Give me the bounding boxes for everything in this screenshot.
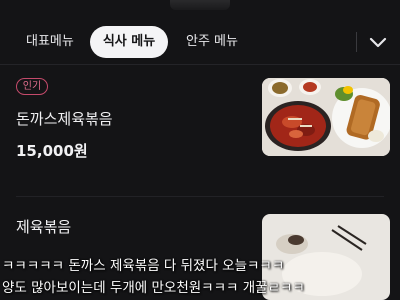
tab-meal-menu[interactable]: 식사 메뉴 <box>90 26 168 58</box>
top-bar-fragment <box>170 0 230 10</box>
subtitle-line-1: ㅋㅋㅋㅋㅋ 돈까스 제육볶음 다 뒤졌다 오늘ㅋㅋㅋ <box>2 258 285 274</box>
menu-item-name[interactable]: 제육볶음 <box>16 216 71 237</box>
menu-screen: 대표메뉴 식사 메뉴 안주 메뉴 인기 돈까스제육볶음 15,000원 제육볶음… <box>0 0 400 300</box>
menu-category-tabs: 대표메뉴 식사 메뉴 안주 메뉴 <box>0 26 400 58</box>
chevron-down-icon[interactable] <box>366 30 390 54</box>
tab-side-dish-menu[interactable]: 안주 메뉴 <box>186 26 238 58</box>
tab-main-menu[interactable]: 대표메뉴 <box>26 26 74 58</box>
tabs-separator <box>0 64 400 65</box>
subtitle-line-2: 양도 많아보이는데 두개에 만오천원ㅋㅋㅋ 개꿀ㄹㅋㅋ <box>2 280 305 296</box>
tabs-divider <box>356 32 357 52</box>
menu-item-divider <box>16 196 384 197</box>
popular-badge: 인기 <box>16 78 48 95</box>
menu-item-name[interactable]: 돈까스제육볶음 <box>16 108 113 129</box>
menu-item-photo[interactable] <box>262 78 390 156</box>
menu-item-price: 15,000원 <box>16 142 88 160</box>
